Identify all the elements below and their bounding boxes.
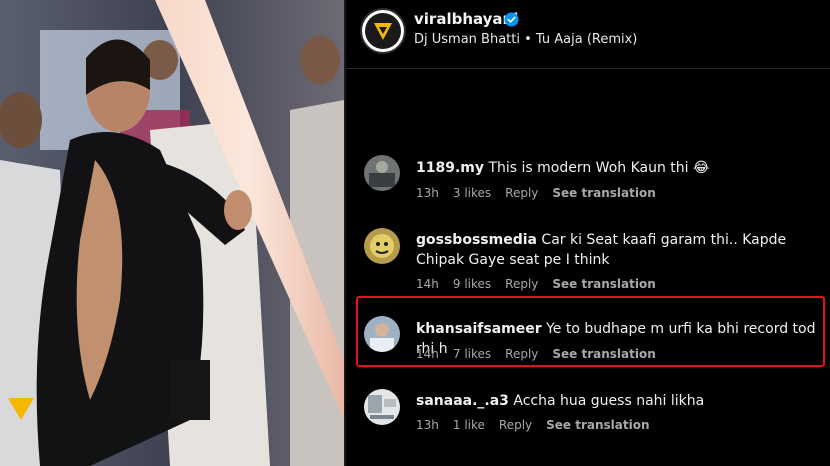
comment-text: Accha hua guess nahi likha [513, 393, 705, 409]
reply-button[interactable]: Reply [499, 418, 532, 432]
see-translation-button[interactable]: See translation [552, 277, 655, 291]
comment-likes[interactable]: 3 likes [453, 186, 491, 200]
comment-text: This is modern Woh Kaun thi 😂 [488, 160, 710, 176]
comments-panel: viralbhayani Dj Usman Bhatti • Tu Aaja (… [346, 0, 830, 466]
post-photo [0, 0, 344, 466]
commenter-avatar[interactable] [364, 155, 400, 191]
reply-button[interactable]: Reply [505, 277, 538, 291]
audio-track[interactable]: Dj Usman Bhatti • Tu Aaja (Remix) [414, 32, 637, 47]
comment-username[interactable]: sanaaa._.a3 [416, 393, 509, 409]
see-translation-button[interactable]: See translation [546, 418, 649, 432]
reply-button[interactable]: Reply [505, 186, 538, 200]
verified-badge-icon [504, 12, 519, 27]
commenter-avatar[interactable] [364, 389, 400, 425]
comment-likes[interactable]: 9 likes [453, 277, 491, 291]
highlight-box [356, 296, 825, 367]
comment-username[interactable]: gossbossmedia [416, 232, 537, 248]
comment-time: 13h [416, 186, 439, 200]
profile-avatar[interactable] [360, 8, 406, 54]
commenter-avatar[interactable] [364, 228, 400, 264]
post-username[interactable]: viralbhayani [414, 10, 518, 28]
comment-username[interactable]: 1189.my [416, 160, 484, 176]
comment-time: 14h [416, 277, 439, 291]
post-header: viralbhayani Dj Usman Bhatti • Tu Aaja (… [346, 0, 830, 69]
logo-icon [374, 23, 392, 40]
post-media[interactable] [0, 0, 344, 466]
see-translation-button[interactable]: See translation [552, 186, 655, 200]
comment-likes[interactable]: 1 like [453, 418, 485, 432]
comment-time: 13h [416, 418, 439, 432]
